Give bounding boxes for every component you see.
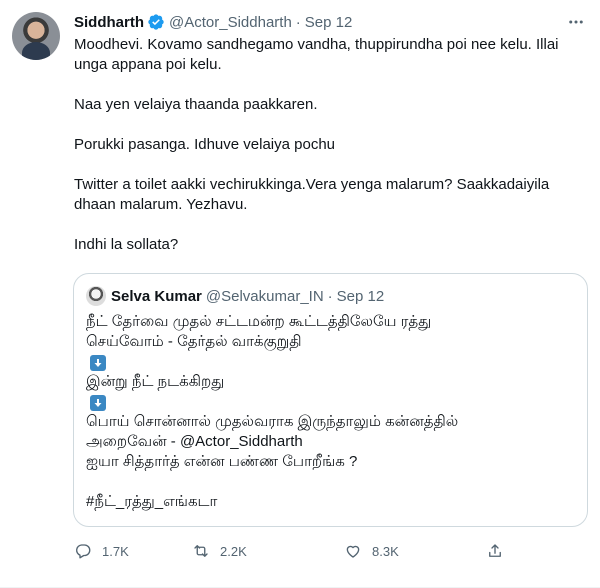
tweet-paragraph-5: Indhi la sollata? (74, 236, 179, 253)
tweet-paragraph-2: Naa yen velaiya thaanda paakkaren. (74, 96, 318, 113)
quoted-author-avatar (86, 286, 106, 306)
reply-button[interactable]: 1.7K (74, 538, 129, 564)
share-icon (489, 544, 501, 557)
retweet-count: 2.2K (220, 543, 247, 559)
quoted-header-separator: · (327, 287, 333, 305)
like-button[interactable]: 8.3K (344, 538, 399, 564)
quoted-hashtag[interactable]: #நீட்_ரத்து_எங்கடா (86, 492, 581, 512)
quoted-author-name: Selva Kumar (111, 287, 202, 305)
tweet-paragraph-4: Twitter a toilet aakki vechirukkinga.Ver… (74, 176, 550, 213)
quoted-tweet[interactable]: Selva Kumar @Selvakumar_IN · Sep 12 நீட்… (73, 273, 588, 527)
tweet-header: Siddharth @Actor_Siddharth · Sep 12 (74, 12, 352, 32)
tweet-actions: 1.7K 2.2K 8.3K (74, 538, 524, 564)
quoted-line-2: செய்வோம் - தேர்தல் வாக்குறுதி (86, 333, 302, 350)
reply-count: 1.7K (102, 543, 129, 559)
quoted-author-handle: @Selvakumar_IN (205, 287, 324, 305)
quoted-line-6: ஐயா சித்தார்த் என்ன பண்ண போறீங்க ? (86, 453, 358, 470)
retweet-button[interactable]: 2.2K (192, 538, 247, 564)
author-handle[interactable]: @Actor_Siddharth (169, 14, 292, 31)
tweet-paragraph-1: Moodhevi. Kovamo sandhegamo vandha, thup… (74, 36, 559, 73)
author-name[interactable]: Siddharth (74, 14, 144, 31)
down-arrow-emoji-icon (90, 355, 106, 371)
tweet-card[interactable]: Siddharth @Actor_Siddharth · Sep 12 Mood… (0, 0, 600, 588)
like-count: 8.3K (372, 543, 399, 559)
more-options-icon[interactable] (566, 12, 586, 32)
quoted-tweet-header: Selva Kumar @Selvakumar_IN · Sep 12 (86, 286, 384, 306)
verified-badge-icon (148, 14, 164, 30)
like-icon (346, 545, 360, 558)
tweet-paragraph-3: Porukki pasanga. Idhuve velaiya pochu (74, 136, 336, 153)
quoted-line-5: அறைவேன் - @Actor_Siddharth (86, 433, 303, 450)
quoted-line-4: பொய் சொன்னால் முதல்வராக இருந்தாலும் கன்ன… (86, 413, 459, 430)
tweet-date[interactable]: Sep 12 (305, 14, 353, 31)
quoted-tweet-date: Sep 12 (336, 287, 385, 305)
share-button[interactable] (486, 538, 514, 564)
down-arrow-emoji-icon (90, 395, 106, 411)
quoted-line-3: இன்று நீட் நடக்கிறது (86, 373, 225, 390)
header-separator: · (295, 13, 301, 31)
author-avatar[interactable] (12, 12, 60, 60)
reply-icon (76, 544, 91, 559)
retweet-icon (194, 545, 208, 557)
quoted-line-1: நீட் தேர்வை முதல் சட்டமன்ற கூட்டத்திலேயே… (86, 313, 432, 330)
